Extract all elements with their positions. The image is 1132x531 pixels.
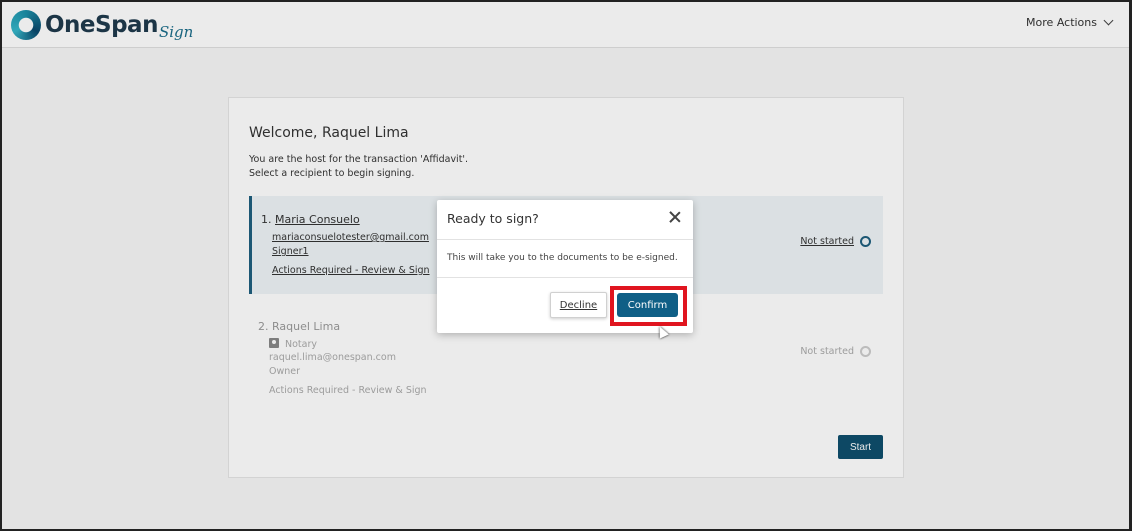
dialog-message: This will take you to the documents to b…: [447, 253, 678, 263]
divider: [437, 277, 693, 278]
decline-button[interactable]: Decline: [550, 292, 607, 318]
ready-to-sign-dialog: Ready to sign? This will take you to the…: [437, 200, 693, 333]
close-icon[interactable]: [669, 211, 681, 223]
confirm-button[interactable]: Confirm: [617, 293, 678, 317]
dialog-title: Ready to sign?: [447, 211, 539, 226]
divider: [437, 239, 693, 240]
